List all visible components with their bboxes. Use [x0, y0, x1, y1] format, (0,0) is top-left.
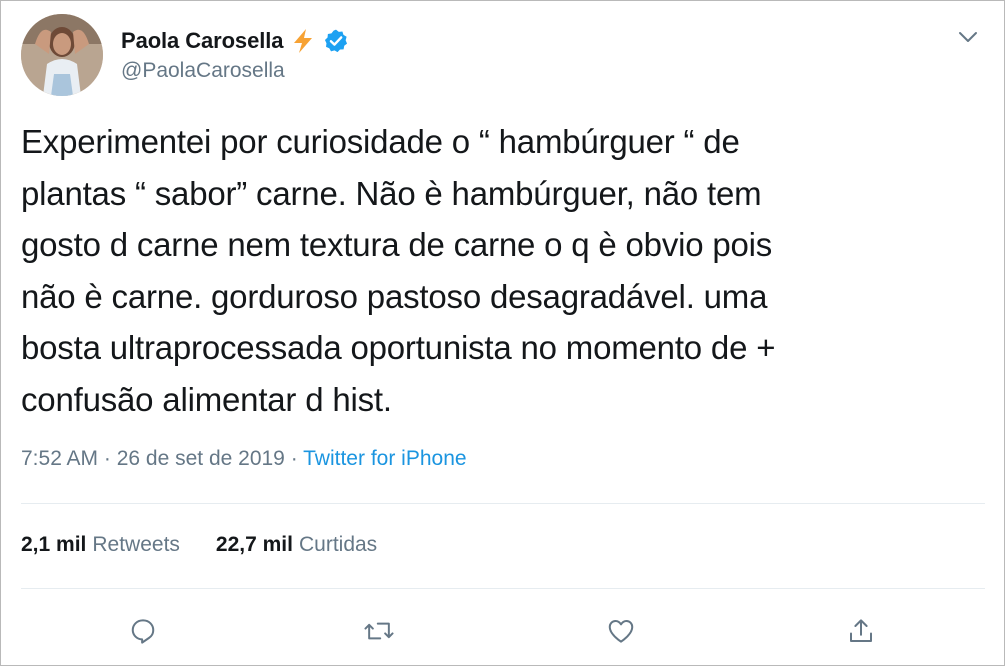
avatar[interactable]	[21, 14, 103, 96]
retweets-count: 2,1 mil	[21, 533, 87, 556]
tweet-actions	[1, 609, 1004, 653]
avatar-image	[21, 14, 103, 96]
tweet-text: Experimentei por curiosidade o “ hambúrg…	[21, 123, 776, 418]
tweet-meta: 7:52 AM · 26 de set de 2019 · Twitter fo…	[21, 447, 467, 471]
tweet-source-link[interactable]: Twitter for iPhone	[303, 447, 466, 470]
retweets-stat[interactable]: 2,1 mil Retweets	[21, 533, 180, 557]
divider	[21, 503, 985, 504]
likes-label: Curtidas	[298, 533, 378, 556]
verified-badge-icon	[323, 28, 349, 54]
high-voltage-icon	[291, 28, 315, 54]
author-name[interactable]: Paola Carosella	[121, 28, 283, 54]
chevron-down-icon[interactable]	[954, 23, 982, 51]
likes-stat[interactable]: 22,7 mil Curtidas	[216, 533, 377, 557]
retweet-icon[interactable]	[357, 609, 401, 653]
reply-icon[interactable]	[121, 609, 165, 653]
retweets-label: Retweets	[92, 533, 180, 556]
likes-count: 22,7 mil	[215, 533, 293, 556]
like-icon[interactable]	[599, 609, 643, 653]
author-handle[interactable]: @PaolaCarosella	[121, 59, 285, 83]
tweet-stats: 2,1 mil Retweets 22,7 mil Curtidas	[21, 533, 377, 557]
tweet-timestamp[interactable]: 7:52 AM · 26 de set de 2019 ·	[21, 447, 303, 470]
share-icon[interactable]	[839, 609, 883, 653]
divider	[21, 588, 985, 589]
tweet-card: Paola Carosella @PaolaCarosella Experime…	[0, 0, 1005, 666]
author-row: Paola Carosella	[121, 25, 349, 57]
